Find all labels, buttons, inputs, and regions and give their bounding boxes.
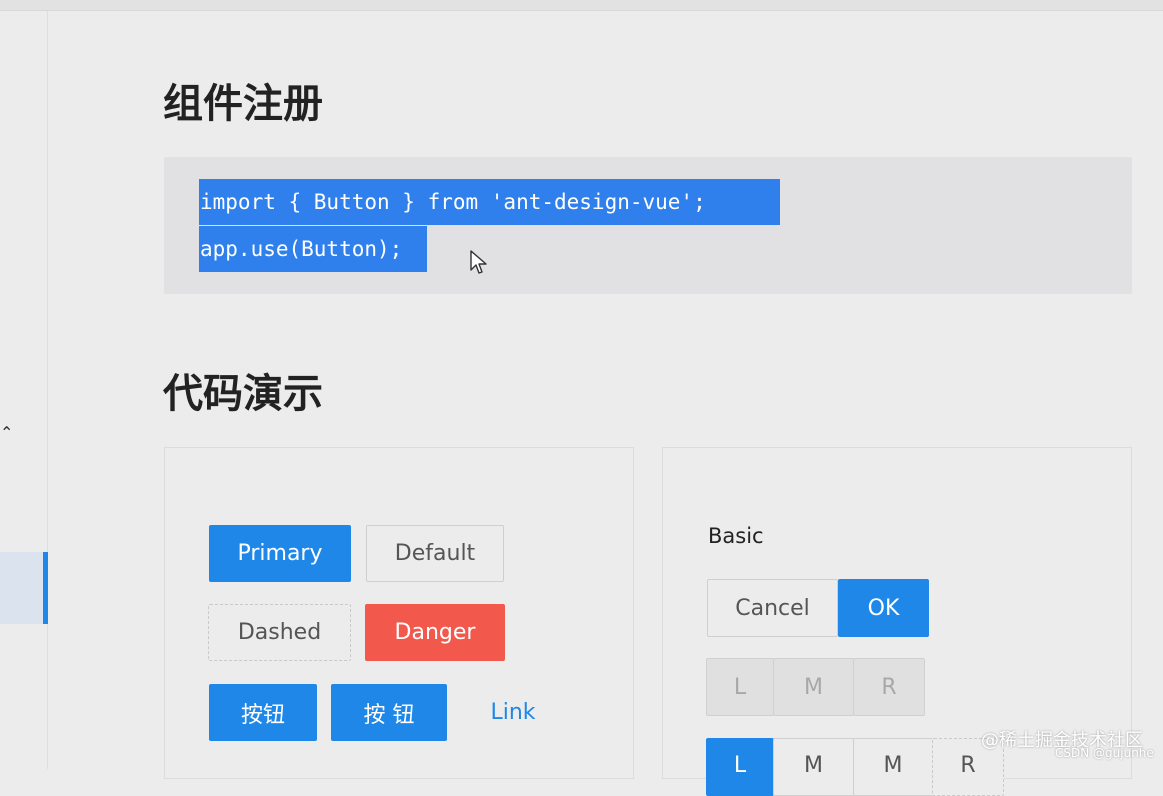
primary-button[interactable]: Primary: [209, 525, 351, 582]
ok-button[interactable]: OK: [838, 579, 929, 637]
group-button-m-disabled[interactable]: M: [773, 658, 854, 716]
mouse-cursor-icon: [470, 250, 487, 274]
cancel-button[interactable]: Cancel: [707, 579, 838, 637]
group-button-r-disabled[interactable]: R: [853, 658, 925, 716]
default-button[interactable]: Default: [366, 525, 504, 582]
group-button-l-disabled[interactable]: L: [706, 658, 774, 716]
danger-button[interactable]: Danger: [365, 604, 505, 661]
group-button-m1[interactable]: M: [773, 738, 854, 796]
sidebar-active-indicator: [43, 552, 48, 624]
window-top-bar: [0, 0, 1163, 11]
cn-button-2[interactable]: 按 钮: [331, 684, 447, 741]
chevron-up-icon[interactable]: ⌃: [0, 425, 13, 441]
dashed-button[interactable]: Dashed: [208, 604, 351, 661]
cn-button-1[interactable]: 按钮: [209, 684, 317, 741]
group-button-m2[interactable]: M: [853, 738, 933, 796]
section-title-registration: 组件注册: [163, 81, 323, 127]
group-button-l-selected[interactable]: L: [706, 738, 774, 796]
section-title-demo: 代码演示: [163, 371, 323, 417]
code-line-import[interactable]: import { Button } from 'ant-design-vue';: [199, 179, 780, 225]
code-block: import { Button } from 'ant-design-vue';…: [164, 157, 1132, 294]
group-label-basic: Basic: [708, 524, 764, 548]
code-line-use[interactable]: app.use(Button);: [199, 226, 427, 272]
watermark-csdn: CSDN @gujunhe: [1055, 746, 1154, 760]
link-button[interactable]: Link: [474, 684, 552, 741]
sidebar: ⌃: [0, 11, 48, 769]
sidebar-item-active[interactable]: [0, 552, 48, 624]
